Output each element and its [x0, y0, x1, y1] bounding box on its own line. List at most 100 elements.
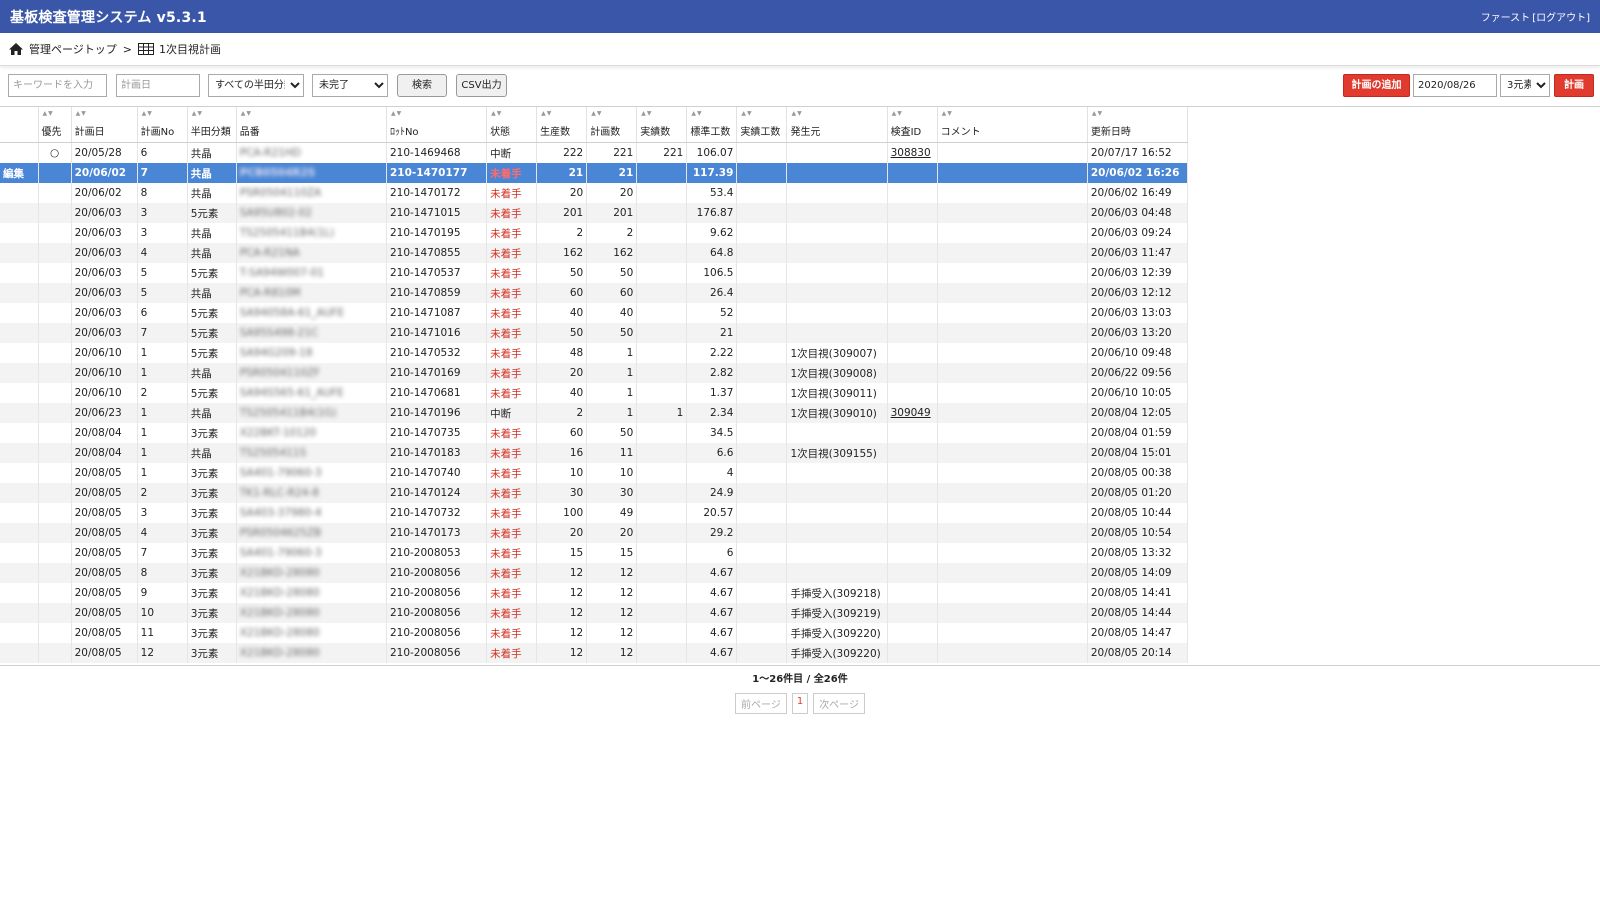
table-row[interactable]: 編集 20/06/02 7 共晶 PCB0504R2S 210-1470177 未着手 21 2… — [0, 163, 1189, 183]
sort-arrows-icon[interactable]: ▲▼ — [741, 110, 752, 117]
sort-arrows-icon[interactable]: ▲▼ — [43, 110, 54, 117]
column-header-part-no[interactable]: ▲▼ 品番 — [236, 106, 387, 143]
lot-no-cell: 210-1470532 — [386, 343, 488, 363]
table-row[interactable]: 20/08/05 8 3元素 X21BKD-28080 210-2008056 未着手 12… — [0, 563, 1189, 583]
comment-cell — [937, 403, 1088, 423]
source-cell — [786, 563, 888, 583]
sort-arrows-icon[interactable]: ▲▼ — [942, 110, 953, 117]
table-row[interactable]: 20/08/04 1 3元素 X22BKT-10120 210-1470735 未着手 60… — [0, 423, 1189, 443]
table-row[interactable]: 20/06/03 5 共晶 PCA-R810M 210-1470859 未着手 60 60 26… — [0, 283, 1189, 303]
table-row[interactable]: 20/08/05 4 3元素 PSR0504625ZB 210-1470173 未着手 20… — [0, 523, 1189, 543]
sort-arrows-icon[interactable]: ▲▼ — [541, 110, 552, 117]
next-page-button[interactable]: 次ページ — [813, 693, 865, 714]
sort-arrows-icon[interactable]: ▲▼ — [391, 110, 402, 117]
table-row[interactable]: 20/06/10 1 5元素 SA94G209-18 210-1470532 未着手 48 1… — [0, 343, 1189, 363]
table-row[interactable]: 20/08/05 7 3元素 SA401-79060-3 210-2008053 未着手 1… — [0, 543, 1189, 563]
table-row[interactable]: 20/06/10 1 共晶 PSR0504110ZF 210-1470169 未着手 20 1… — [0, 363, 1189, 383]
sort-arrows-icon[interactable]: ▲▼ — [491, 110, 502, 117]
logout-link[interactable]: [ログアウト] — [1532, 9, 1590, 24]
add-plan-button[interactable]: 計画の追加 — [1343, 74, 1410, 97]
table-row[interactable]: 20/06/03 3 5元素 SA95U802-02 210-1471015 未着手 201… — [0, 203, 1189, 223]
plan-no-cell: 7 — [137, 323, 188, 343]
production-qty-cell: 12 — [536, 643, 588, 663]
actual-hours-cell — [736, 603, 788, 623]
keyword-search-input[interactable] — [8, 74, 107, 97]
table-row[interactable]: 20/08/05 11 3元素 X21BKD-28080 210-2008056 未着手 1… — [0, 623, 1189, 643]
csv-export-button[interactable]: CSV出力 — [456, 74, 507, 97]
column-header-priority[interactable]: ▲▼ 優先 — [38, 106, 72, 143]
production-qty-cell: 21 — [536, 163, 588, 183]
part-no-text: X22BKT-10120 — [239, 427, 317, 439]
sort-arrows-icon[interactable]: ▲▼ — [591, 110, 602, 117]
table-row[interactable]: 20/08/05 3 3元素 SA403-37980-4 210-1470732 未着手 1… — [0, 503, 1189, 523]
actual-hours-cell — [736, 263, 788, 283]
plan-button[interactable]: 計画 — [1554, 74, 1594, 97]
column-header-inspection-id[interactable]: ▲▼ 検査ID — [887, 106, 938, 143]
status-cell: 未着手 — [486, 423, 538, 443]
page-number-1[interactable]: 1 — [791, 693, 809, 714]
column-header-solder-category[interactable]: ▲▼ 半田分類 — [187, 106, 237, 143]
status-select[interactable]: 未完了 — [312, 74, 388, 97]
column-header-actual-qty[interactable]: ▲▼ 実績数 — [636, 106, 688, 143]
table-row[interactable]: 20/08/05 1 3元素 SA401-79060-3 210-1470740 未着手 1… — [0, 463, 1189, 483]
table-row[interactable]: 20/06/03 7 5元素 SA95S498-21C 210-1471016 未着手 50… — [0, 323, 1189, 343]
source-cell — [786, 523, 888, 543]
table-row[interactable]: 20/08/05 10 3元素 X21BKD-28080 210-2008056 未着手 1… — [0, 603, 1189, 623]
table-row[interactable]: 20/06/03 4 共晶 PCA-R21NA 210-1470855 未着手 162 162… — [0, 243, 1189, 263]
std-hours-cell: 21 — [686, 323, 738, 343]
inspection-id-cell — [887, 203, 938, 223]
sort-arrows-icon[interactable]: ▲▼ — [892, 110, 903, 117]
sort-arrows-icon[interactable]: ▲▼ — [76, 110, 87, 117]
table-row[interactable]: 20/08/05 12 3元素 X21BKD-28080 210-2008056 未着手 1… — [0, 643, 1189, 663]
solder-category-select[interactable]: すべての半田分類 — [208, 74, 304, 97]
prev-page-button[interactable]: 前ページ — [735, 693, 787, 714]
inspection-id-link[interactable]: 309049 — [891, 407, 931, 419]
column-header-production-qty[interactable]: ▲▼ 生産数 — [536, 106, 588, 143]
column-header-plan-qty[interactable]: ▲▼ 計画数 — [586, 106, 638, 143]
column-header-plan-no[interactable]: ▲▼ 計画No — [137, 106, 188, 143]
column-header-status[interactable]: ▲▼ 状態 — [486, 106, 538, 143]
comment-cell — [937, 343, 1088, 363]
sort-arrows-icon[interactable]: ▲▼ — [641, 110, 652, 117]
column-header-std-hours[interactable]: ▲▼ 標準工数 — [686, 106, 738, 143]
sort-arrows-icon[interactable]: ▲▼ — [691, 110, 702, 117]
table-row[interactable]: 20/06/02 8 共晶 PSR0504110ZA 210-1470172 未着手 20 2… — [0, 183, 1189, 203]
inspection-id-link[interactable]: 308830 — [891, 147, 931, 159]
row-action[interactable]: 編集 — [0, 163, 39, 183]
column-header-lot-no[interactable]: ▲▼ ﾛｯﾄNo — [386, 106, 488, 143]
table-body: ○ 20/05/28 6 共晶 PCA-R21HD 210-1469468 中断 222 221… — [0, 142, 1189, 663]
column-header-source[interactable]: ▲▼ 発生元 — [786, 106, 888, 143]
updated-at-cell: 20/08/05 13:32 — [1087, 543, 1189, 563]
table-row[interactable]: 20/06/03 5 5元素 T-SA94W007-01 210-1470537 未着手 5… — [0, 263, 1189, 283]
sort-arrows-icon[interactable]: ▲▼ — [1092, 110, 1103, 117]
sort-arrows-icon[interactable]: ▲▼ — [241, 110, 252, 117]
table-row[interactable]: 20/08/05 2 3元素 TK1-RLC-R24-8 210-1470124 未着手 3… — [0, 483, 1189, 503]
table-row[interactable]: 20/06/03 6 5元素 SA94058A-61_AUFE 210-1471087 未… — [0, 303, 1189, 323]
element-type-select[interactable]: 3元素 — [1500, 74, 1550, 97]
actual-hours-cell — [736, 623, 788, 643]
table-row[interactable]: 20/08/05 9 3元素 X21BKD-28080 210-2008056 未着手 12… — [0, 583, 1189, 603]
part-no-cell: TS2505411B4(1L) — [236, 223, 387, 243]
sort-arrows-icon[interactable]: ▲▼ — [142, 110, 153, 117]
table-row[interactable]: 20/06/23 1 共晶 TS2505411B4(1G) 210-1470196 中断 2… — [0, 403, 1189, 423]
sort-arrows-icon[interactable]: ▲▼ — [791, 110, 802, 117]
sort-arrows-icon[interactable]: ▲▼ — [192, 110, 203, 117]
table-row[interactable]: 20/06/03 3 共晶 TS2505411B4(1L) 210-1470195 未着手… — [0, 223, 1189, 243]
column-header-actual-hours[interactable]: ▲▼ 実績工数 — [736, 106, 788, 143]
column-header-updated-at[interactable]: ▲▼ 更新日時 — [1087, 106, 1189, 143]
part-no-cell: PSR0504625ZB — [236, 523, 387, 543]
column-header-comment[interactable]: ▲▼ コメント — [937, 106, 1088, 143]
table-row[interactable]: ○ 20/05/28 6 共晶 PCA-R21HD 210-1469468 中断 222 221… — [0, 142, 1189, 163]
lot-no-cell: 210-1470740 — [386, 463, 488, 483]
column-header-action[interactable] — [0, 106, 39, 143]
lot-no-cell: 210-1470124 — [386, 483, 488, 503]
table-row[interactable]: 20/08/04 1 共晶 TS2505411S 210-1470183 未着手 16 11 6… — [0, 443, 1189, 463]
search-button[interactable]: 検索 — [397, 74, 447, 97]
column-header-plan-date[interactable]: ▲▼ 計画日 — [71, 106, 138, 143]
plan-date-input[interactable] — [116, 74, 200, 97]
breadcrumb-home[interactable]: 管理ページトップ — [8, 41, 117, 57]
source-cell: 手挿受入(309220) — [786, 643, 888, 663]
inspection-id-cell — [887, 263, 938, 283]
plan-date-field[interactable] — [1413, 74, 1497, 97]
table-row[interactable]: 20/06/10 2 5元素 SA94S565-61_AUFE 210-1470681 未… — [0, 383, 1189, 403]
